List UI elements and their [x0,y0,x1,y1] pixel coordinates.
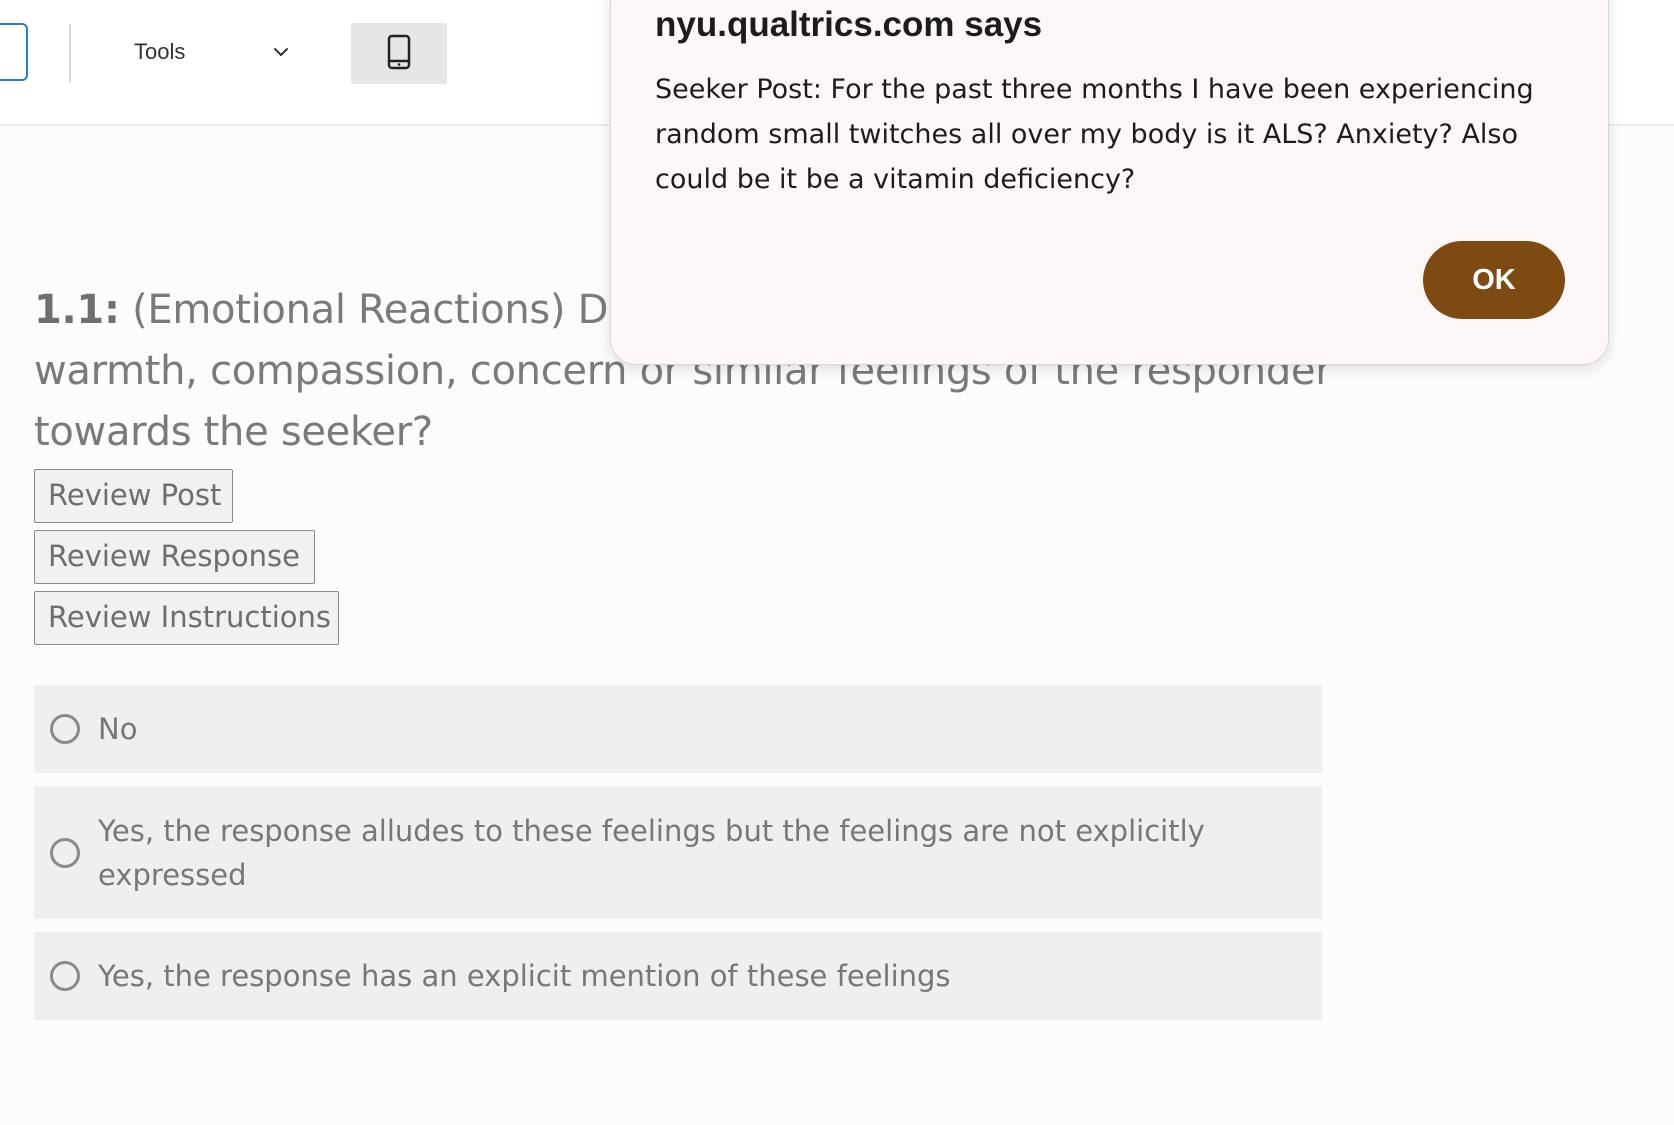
choice-no[interactable]: No [34,685,1322,773]
chevron-down-icon [272,43,290,61]
choice-label: Yes, the response alludes to these feeli… [98,813,1205,892]
choice-label: No [98,712,138,746]
toolbar-divider [69,24,71,82]
radio-button[interactable] [50,961,80,991]
review-response-button[interactable]: Review Response [34,530,315,584]
choice-yes-explicit[interactable]: Yes, the response has an explicit mentio… [34,932,1322,1020]
dialog-title: nyu.qualtrics.com says [655,5,1043,44]
choice-yes-alludes[interactable]: Yes, the response alludes to these feeli… [34,786,1322,919]
mobile-preview-button[interactable] [351,23,447,84]
dialog-message: Seeker Post: For the past three months I… [655,74,1534,195]
radio-button[interactable] [50,714,80,744]
choice-label: Yes, the response has an explicit mentio… [98,959,951,993]
review-instructions-button[interactable]: Review Instructions [34,591,339,645]
question-number: 1.1: [34,287,120,333]
alert-dialog: nyu.qualtrics.com says Seeker Post: For … [610,0,1609,365]
ok-button[interactable]: OK [1423,241,1565,319]
toolbar-edge-button[interactable] [0,23,28,81]
question-line-3: towards the seeker? [34,409,433,455]
review-post-button[interactable]: Review Post [34,469,233,523]
mobile-phone-icon [387,34,411,74]
tools-dropdown[interactable]: Tools [112,23,312,81]
radio-button[interactable] [50,837,80,868]
tools-label: Tools [134,39,186,64]
question-line-1-text: (Emotional Reactions) Do [132,287,633,333]
